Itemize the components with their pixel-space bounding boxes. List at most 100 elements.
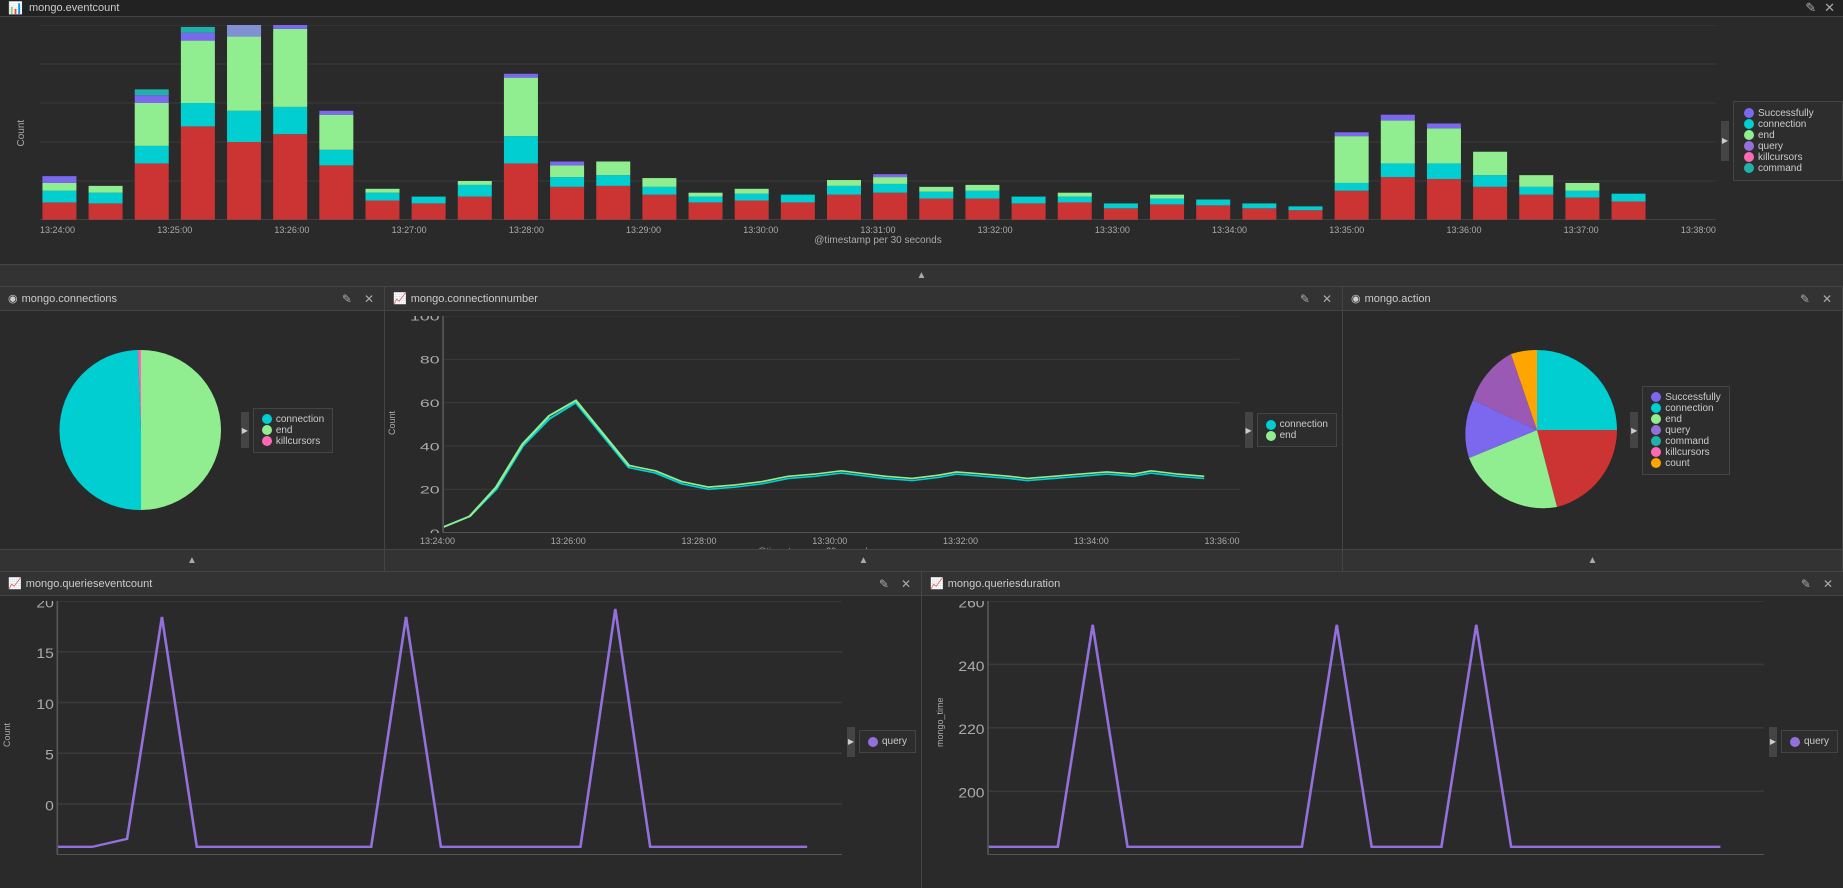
queriesduration-panel-title: mongo.queriesduration xyxy=(948,578,1799,590)
connectionnumber-chart-svg: 100 80 60 40 20 0 xyxy=(390,316,1240,533)
connections-panel-controls: ✎ ✕ xyxy=(340,292,376,306)
legend-item-killcursors: killcursors xyxy=(1744,152,1832,163)
action-panel-title: mongo.action xyxy=(1365,293,1798,305)
queries-chart-inner: Count 20 15 10 5 0 xyxy=(5,601,842,883)
action-close-button[interactable]: ✕ xyxy=(1820,292,1834,306)
legend-color-action-end xyxy=(1651,414,1661,424)
y-axis-label-queriesduration: mongo_time xyxy=(935,697,945,747)
queries-close-button[interactable]: ✕ xyxy=(899,577,913,591)
connectionnumber-edit-button[interactable]: ✎ xyxy=(1298,292,1312,306)
action-legend-killcursors: killcursors xyxy=(1651,447,1721,458)
connectionnumber-panel-title: mongo.connectionnumber xyxy=(411,293,1298,305)
queries-legend-expand[interactable]: ▶ xyxy=(847,727,855,757)
action-legend-count: count xyxy=(1651,458,1721,469)
svg-text:220: 220 xyxy=(958,722,984,738)
connections-collapse-bar[interactable]: ▲ xyxy=(0,549,384,571)
connectionnumber-chart-inner: Count 100 80 60 xyxy=(390,316,1240,544)
action-legend-connection: connection xyxy=(1651,403,1721,414)
action-edit-button[interactable]: ✎ xyxy=(1798,292,1812,306)
legend-item-successfully: Successfully xyxy=(1744,108,1832,119)
queriesduration-close-button[interactable]: ✕ xyxy=(1821,577,1835,591)
connectionnumber-chart-area: Count 100 80 60 xyxy=(385,311,1342,549)
chevron-up-icon-action: ▲ xyxy=(1588,555,1598,566)
legend-collapse-button[interactable]: ▶ xyxy=(1721,121,1729,161)
connectionnumber-close-button[interactable]: ✕ xyxy=(1320,292,1334,306)
queries-edit-button[interactable]: ✎ xyxy=(877,577,891,591)
cn-legend-end: end xyxy=(1266,430,1328,441)
legend-color-queriesduration-query xyxy=(1790,737,1800,747)
svg-text:40: 40 xyxy=(420,441,440,453)
line-chart-icon-queriesduration: 📈 xyxy=(930,577,944,590)
queriesduration-panel-body: mongo_time 260 240 220 200 xyxy=(922,596,1843,888)
legend-item-end: end xyxy=(1744,130,1832,141)
connectionnumber-collapse-bar[interactable]: ▲ xyxy=(385,549,1342,571)
legend-color-connection-pie xyxy=(262,414,272,424)
connectionnumber-legend-expand[interactable]: ▶ xyxy=(1245,412,1253,448)
middle-row: ◉ mongo.connections ✎ ✕ xyxy=(0,287,1843,572)
queriesduration-legend-expand[interactable]: ▶ xyxy=(1769,727,1777,757)
action-collapse-bar[interactable]: ▲ xyxy=(1343,549,1842,571)
connections-close-button[interactable]: ✕ xyxy=(362,292,376,306)
legend-item-command: command xyxy=(1744,163,1832,174)
legend-color-cn-end xyxy=(1266,431,1276,441)
maximize-button[interactable]: ✎ xyxy=(1805,0,1816,16)
action-panel-body: ▶ Successfully connection xyxy=(1343,311,1842,571)
connectionnumber-panel-body: Count 100 80 60 xyxy=(385,311,1342,571)
svg-text:260: 260 xyxy=(958,601,984,611)
connectionnumber-legend-container: ▶ connection end xyxy=(1245,316,1337,544)
y-axis-label-connectionnumber: Count xyxy=(387,411,397,435)
legend-color-cn-connection xyxy=(1266,420,1276,430)
legend-color-connection xyxy=(1744,119,1754,129)
queries-panel-body: Count 20 15 10 5 0 xyxy=(0,596,921,888)
svg-text:240: 240 xyxy=(958,658,984,674)
svg-text:200: 200 xyxy=(958,785,984,801)
queriesduration-panel-controls: ✎ ✕ xyxy=(1799,577,1835,591)
chevron-up-icon: ▲ xyxy=(917,270,927,281)
action-legend-end: end xyxy=(1651,414,1721,425)
legend-item-connection: connection xyxy=(1744,119,1832,130)
x-labels-connectionnumber: 13:24:00 13:26:00 13:28:00 13:30:00 13:3… xyxy=(390,536,1240,546)
queries-legend-query: query xyxy=(868,736,907,747)
queriesduration-edit-button[interactable]: ✎ xyxy=(1799,577,1813,591)
eventcount-panel: Count 250 200 150 100 50 xyxy=(0,17,1843,287)
x-axis-labels-eventcount: 13:24:00 13:25:00 13:26:00 13:27:00 13:2… xyxy=(40,225,1716,235)
legend-item-query: query xyxy=(1744,141,1832,152)
queriesduration-legend-query: query xyxy=(1790,736,1829,747)
action-legend-container: ▶ Successfully connection xyxy=(1630,386,1730,475)
queriesduration-legend-container: ▶ query xyxy=(1769,601,1838,883)
line-chart-icon-connectionnumber: 📈 xyxy=(393,292,407,305)
connectionnumber-legend: connection end xyxy=(1257,413,1337,447)
connections-legend-container: ▶ connection end xyxy=(241,408,333,453)
action-legend: Successfully connection end xyxy=(1642,386,1730,475)
legend-color-end xyxy=(1744,130,1754,140)
action-legend-successfully: Successfully xyxy=(1651,392,1721,403)
x-axis-title-connectionnumber: @timestamp per 30 seconds xyxy=(390,546,1240,549)
connections-panel-body: ▶ connection end xyxy=(0,311,384,571)
close-window-button[interactable]: ✕ xyxy=(1824,0,1835,16)
pie-chart-icon-action: ◉ xyxy=(1351,292,1361,305)
svg-text:5: 5 xyxy=(45,747,54,763)
window-title: mongo.eventcount xyxy=(29,2,1805,14)
title-bar: 📊 mongo.eventcount ✎ ✕ xyxy=(0,0,1843,17)
queriesduration-chart-area: mongo_time 260 240 220 200 xyxy=(922,596,1843,888)
connections-pie-svg xyxy=(51,340,231,520)
action-panel-controls: ✎ ✕ xyxy=(1798,292,1834,306)
queriesduration-panel: 📈 mongo.queriesduration ✎ ✕ mongo_time xyxy=(922,572,1843,888)
svg-text:100: 100 xyxy=(410,316,440,323)
connections-legend-end: end xyxy=(262,425,324,436)
svg-text:15: 15 xyxy=(36,646,53,662)
connections-panel: ◉ mongo.connections ✎ ✕ xyxy=(0,287,385,571)
eventcount-legend-container: ▶ Successfully connection end xyxy=(1721,17,1843,264)
connections-legend-expand[interactable]: ▶ xyxy=(241,412,249,448)
queriesduration-chart-svg: 260 240 220 200 xyxy=(927,601,1764,855)
connections-edit-button[interactable]: ✎ xyxy=(340,292,354,306)
action-legend-query: query xyxy=(1651,425,1721,436)
line-chart-icon-queries: 📈 xyxy=(8,577,22,590)
queriesduration-legend: query xyxy=(1781,730,1838,753)
eventcount-collapse-bar[interactable]: ▲ xyxy=(0,264,1843,286)
connectionnumber-controls: ✎ ✕ xyxy=(1298,292,1334,306)
eventcount-chart-svg: 250 200 150 100 50 0 xyxy=(40,25,1716,220)
action-legend-expand[interactable]: ▶ xyxy=(1630,412,1638,448)
pie-chart-icon-connections: ◉ xyxy=(8,292,18,305)
cn-legend-connection: connection xyxy=(1266,419,1328,430)
